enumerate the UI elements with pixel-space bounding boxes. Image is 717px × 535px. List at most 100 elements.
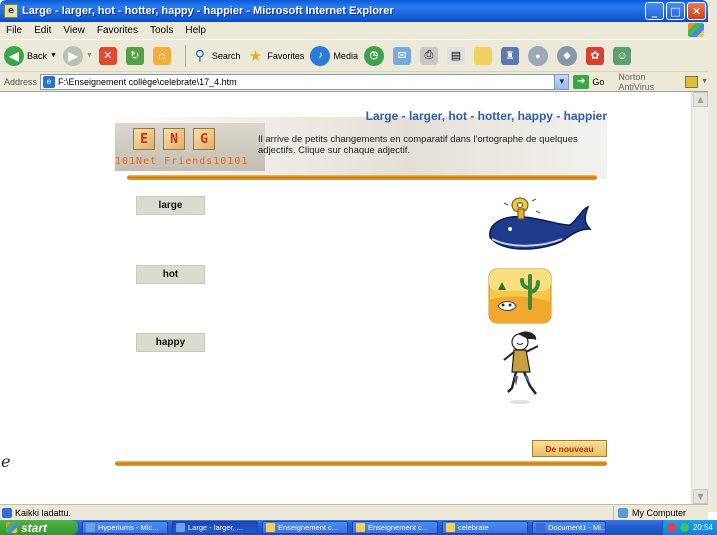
page-done-icon	[2, 507, 12, 518]
people-button[interactable]: ☺	[612, 46, 634, 65]
history-icon: ◷	[363, 45, 384, 66]
norton-toolbar[interactable]: Norton AntiVirus ▼	[618, 72, 708, 92]
stop-button[interactable]: ✕	[98, 46, 120, 65]
ie-icon	[86, 523, 95, 532]
clock: 20:54	[692, 523, 713, 532]
close-button[interactable]: ✕	[687, 2, 706, 20]
star-icon: ★	[248, 47, 263, 65]
refresh-button[interactable]: ↻	[125, 46, 147, 65]
home-icon: ⌂	[152, 46, 171, 65]
address-dropdown-icon[interactable]: ▼	[554, 74, 569, 89]
start-label: start	[21, 520, 48, 535]
taskbar-item-label: Document1 - Mi...	[548, 523, 606, 532]
balloon-button[interactable]: ◆	[556, 45, 580, 66]
letter-tile-n: N	[163, 128, 185, 150]
start-button[interactable]: start	[0, 520, 78, 535]
adjective-button-large[interactable]: large	[136, 196, 205, 215]
media-button[interactable]: ♪ Media	[310, 45, 358, 66]
status-text: Kaikki ladattu.	[15, 507, 72, 518]
letter-tile-g: G	[193, 128, 215, 150]
folder-icon	[266, 523, 275, 532]
forward-dropdown-icon[interactable]: ▼	[86, 52, 93, 59]
menu-favorites[interactable]: Favorites	[91, 25, 144, 36]
taskbar-item-label: Enseignement c...	[368, 523, 429, 532]
desert-illustration[interactable]	[488, 268, 552, 324]
tray-icon[interactable]	[666, 523, 676, 532]
messenger-button[interactable]: ●	[527, 45, 551, 66]
research-button[interactable]: ♜	[500, 46, 522, 65]
mail-icon: ✉	[392, 46, 411, 65]
search-icon: ⚲	[194, 47, 206, 63]
print-button[interactable]: ⎙	[419, 46, 441, 65]
tray-icon[interactable]	[679, 523, 689, 532]
research-icon: ♜	[500, 46, 519, 65]
taskbar-item-enseignement-2[interactable]: Enseignement c...	[352, 521, 438, 534]
go-arrow-icon: ➜	[573, 74, 590, 89]
desktop-edge	[708, 0, 717, 512]
page-content: E N G 101Net Friends10101 Large - larger…	[0, 91, 708, 504]
adjective-button-happy[interactable]: happy	[136, 333, 205, 352]
search-button[interactable]: ⚲ Search	[191, 47, 241, 65]
people-icon: ☺	[612, 46, 631, 65]
menu-help[interactable]: Help	[179, 25, 212, 36]
norton-shield-icon	[684, 75, 699, 88]
taskbar-item-hyperiums[interactable]: Hyperiums - Mic...	[82, 521, 168, 534]
scroll-up-arrow-icon[interactable]: ▲	[693, 92, 708, 107]
zone-label: My Computer	[632, 507, 687, 518]
norton-dropdown-icon[interactable]: ▼	[701, 78, 708, 85]
back-label: Back	[27, 50, 48, 61]
taskbar-item-celebrate[interactable]: celebrate	[442, 521, 528, 534]
go-button[interactable]: ➜ Go	[573, 74, 604, 89]
edit-button[interactable]: ▤	[446, 46, 468, 65]
home-button[interactable]: ⌂	[152, 46, 174, 65]
maximize-button[interactable]: □	[666, 2, 685, 20]
vertical-scrollbar[interactable]: ▲ ▼	[691, 92, 708, 504]
favorites-button[interactable]: ★ Favorites	[246, 47, 305, 65]
back-dropdown-icon[interactable]: ▼	[50, 52, 57, 59]
window-title-bar[interactable]: e Large - larger, hot - hotter, happy - …	[0, 0, 708, 22]
taskbar-item-document[interactable]: Document1 - Mi...	[532, 521, 606, 534]
bottom-divider	[115, 461, 607, 466]
history-button[interactable]: ◷	[363, 45, 387, 66]
folder-button[interactable]	[473, 46, 495, 65]
address-input[interactable]: e F:\Enseignement collège\celebrate\17_4…	[40, 73, 570, 90]
taskbar-item-enseignement-1[interactable]: Enseignement c...	[262, 521, 348, 534]
header-banner: E N G 101Net Friends10101 Large - larger…	[107, 107, 612, 182]
windows-flag-icon	[6, 522, 17, 533]
back-arrow-icon: ◀	[4, 45, 24, 66]
ie-page-icon: e	[4, 4, 18, 18]
restart-button[interactable]: De nouveau	[532, 440, 607, 457]
windows-logo-icon	[688, 23, 704, 37]
edit-page-icon: ▤	[446, 46, 465, 65]
scroll-down-arrow-icon[interactable]: ▼	[693, 489, 708, 504]
menu-tools[interactable]: Tools	[144, 25, 179, 36]
minimize-button[interactable]: _	[645, 2, 664, 20]
word-icon	[536, 523, 545, 532]
search-label: Search	[211, 50, 241, 61]
computer-icon	[618, 507, 628, 518]
page-title: Large - larger, hot - hotter, happy - ha…	[365, 109, 607, 123]
banner-divider	[127, 175, 597, 180]
favorites-label: Favorites	[267, 50, 305, 61]
screen: e Large - larger, hot - hotter, happy - …	[0, 0, 717, 535]
mail-button[interactable]: ✉	[392, 46, 414, 65]
happy-person-illustration[interactable]	[500, 330, 544, 408]
taskbar: start Hyperiums - Mic... Large - larger,…	[0, 520, 717, 535]
toolbar: ◀ Back ▼ ▶ ▼ ✕ ↻ ⌂ ⚲ Search ★ Favorites …	[0, 39, 708, 71]
stop-icon: ✕	[98, 46, 117, 65]
brand-text: 101Net Friends10101	[115, 156, 249, 167]
security-zone: My Computer	[613, 505, 708, 520]
menu-edit[interactable]: Edit	[28, 25, 57, 36]
stray-character: e	[1, 452, 11, 471]
messenger-icon: ●	[527, 45, 548, 66]
instructions-text: Il arrive de petits changements en compa…	[258, 134, 578, 156]
menu-view[interactable]: View	[57, 25, 91, 36]
back-button[interactable]: ◀ Back ▼	[4, 45, 57, 66]
menu-file[interactable]: File	[0, 25, 28, 36]
taskbar-item-large[interactable]: Large - larger, ...	[172, 521, 258, 534]
whale-illustration[interactable]	[482, 195, 592, 257]
adjective-button-hot[interactable]: hot	[136, 265, 205, 284]
plugin-button[interactable]: ✿	[585, 46, 607, 65]
menu-bar: File Edit View Favorites Tools Help	[0, 22, 708, 39]
forward-button[interactable]: ▶ ▼	[62, 45, 93, 66]
